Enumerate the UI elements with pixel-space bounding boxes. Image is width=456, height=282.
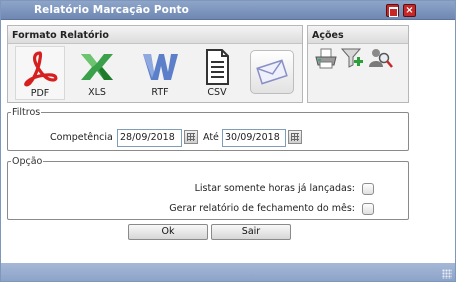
add-filter-icon	[340, 48, 363, 68]
word-icon	[143, 54, 178, 80]
ok-button[interactable]: Ok	[128, 224, 208, 240]
filters-legend: Filtros	[12, 107, 41, 118]
competencia-label: Competência :	[50, 132, 120, 143]
ate-label: Até	[203, 132, 219, 143]
status-bar	[1, 263, 455, 281]
report-window: Relatório Marcação Ponto × Formato Relat…	[0, 0, 456, 282]
sair-button[interactable]: Sair	[211, 224, 291, 240]
format-pdf-button[interactable]: PDF	[15, 46, 65, 100]
format-xls-button[interactable]: XLS	[72, 46, 122, 100]
date-to-input[interactable]: 30/09/2018	[222, 129, 286, 147]
option-label: Listar somente horas já lançadas:	[194, 183, 355, 194]
only-posted-hours-checkbox[interactable]	[362, 183, 374, 195]
print-button[interactable]	[314, 48, 338, 73]
format-email-button[interactable]	[250, 50, 294, 94]
email-icon	[256, 59, 288, 85]
actions-panel: Ações	[307, 25, 409, 103]
calendar-icon[interactable]	[184, 130, 198, 144]
printer-icon	[315, 48, 337, 69]
filters-fieldset: Filtros Competência : 28/09/2018 Até 30/…	[7, 107, 409, 151]
pdf-icon	[24, 51, 58, 87]
window-titlebar[interactable]: Relatório Marcação Ponto ×	[1, 1, 455, 20]
format-csv-button[interactable]: CSV	[192, 46, 242, 100]
format-label: XLS	[88, 87, 106, 98]
format-rtf-button[interactable]: RTF	[135, 46, 185, 100]
window-title: Relatório Marcação Ponto	[34, 4, 189, 16]
format-label: CSV	[207, 87, 227, 98]
excel-icon	[81, 54, 113, 80]
search-user-icon	[369, 49, 393, 68]
options-legend: Opção	[12, 156, 43, 167]
calendar-icon[interactable]	[288, 130, 302, 144]
csv-document-icon	[206, 49, 229, 85]
date-from-input[interactable]: 28/09/2018	[117, 129, 182, 147]
close-icon[interactable]: ×	[403, 4, 416, 17]
option-label: Gerar relatório de fechamento do mês:	[169, 203, 355, 214]
add-filter-button[interactable]	[340, 48, 365, 73]
monthly-closing-checkbox[interactable]	[362, 203, 374, 215]
format-label: PDF	[30, 88, 50, 99]
options-fieldset: Opção Listar somente horas já lançadas: …	[7, 156, 409, 220]
format-panel: Formato Relatório PDF XLS RTF CSV	[7, 25, 303, 103]
resize-grip-icon[interactable]	[442, 269, 452, 279]
format-label: RTF	[151, 87, 169, 98]
maximize-icon[interactable]	[386, 4, 399, 17]
actions-panel-header: Ações	[308, 26, 408, 44]
format-panel-header: Formato Relatório	[8, 26, 302, 44]
search-user-button[interactable]	[368, 48, 394, 73]
